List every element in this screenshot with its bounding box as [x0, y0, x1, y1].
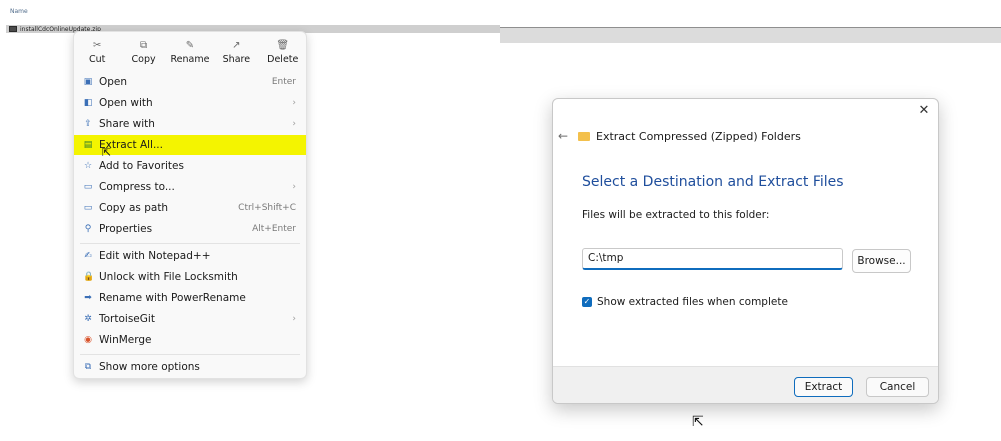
menu-item-open-with[interactable]: ◧ Open with ›	[74, 93, 306, 113]
background-window-strip	[500, 27, 1001, 43]
menu-item-label: TortoiseGit	[99, 313, 155, 325]
cancel-button[interactable]: Cancel	[866, 377, 929, 397]
menu-item-open[interactable]: ▣ Open Enter	[74, 72, 306, 92]
show-files-option[interactable]: ✓ Show extracted files when complete	[582, 296, 788, 308]
menu-item-copy-as-path[interactable]: ▭ Copy as path Ctrl+Shift+C	[74, 198, 306, 218]
lock-icon: 🔒	[83, 272, 95, 282]
chevron-right-icon: ›	[292, 98, 296, 108]
menu-item-label: Copy as path	[99, 202, 169, 214]
menu-item-label: Open	[99, 76, 128, 88]
compress-icon: ▭	[83, 182, 93, 192]
cut-icon: ✂	[92, 39, 102, 51]
share-with-icon: ⇪	[84, 119, 92, 129]
rename-label: Rename	[170, 53, 210, 65]
menu-item-label: Unlock with File Locksmith	[99, 271, 238, 283]
menu-item-label: Open with	[99, 97, 153, 109]
menu-item-power-rename[interactable]: ➡ Rename with PowerRename	[74, 288, 306, 308]
power-rename-icon: ➡	[84, 293, 92, 303]
close-icon[interactable]: ✕	[916, 103, 932, 119]
open-with-icon: ◧	[83, 98, 93, 108]
more-options-icon: ⧉	[84, 362, 92, 372]
share-button[interactable]: ↗ Share	[214, 40, 258, 65]
delete-button[interactable]: 🗑 Delete	[261, 40, 305, 65]
menu-item-label: Edit with Notepad++	[99, 250, 211, 262]
rename-icon: ✎	[185, 39, 195, 51]
menu-item-shortcut: Enter	[271, 77, 296, 87]
menu-item-label: Add to Favorites	[99, 160, 184, 172]
menu-item-label: WinMerge	[99, 334, 152, 346]
extract-icon: ▤	[83, 140, 93, 150]
share-icon: ↗	[232, 39, 241, 51]
rename-button[interactable]: ✎ Rename	[168, 40, 212, 65]
share-label: Share	[222, 53, 251, 65]
dialog-heading: Select a Destination and Extract Files	[582, 174, 844, 190]
menu-item-properties[interactable]: ⚲ Properties Alt+Enter	[74, 219, 306, 239]
menu-item-shortcut: Ctrl+Shift+C	[238, 203, 296, 213]
extract-dialog: ✕ ← Extract Compressed (Zipped) Folders …	[552, 98, 939, 404]
properties-icon: ⚲	[84, 224, 92, 234]
copy-label: Copy	[131, 53, 156, 65]
menu-item-compress-to[interactable]: ▭ Compress to... ›	[74, 177, 306, 197]
menu-separator	[80, 243, 300, 244]
extract-button[interactable]: Extract	[794, 377, 853, 397]
menu-item-add-to-favorites[interactable]: ☆ Add to Favorites	[74, 156, 306, 176]
chevron-right-icon: ›	[292, 119, 296, 129]
menu-item-label: Compress to...	[99, 181, 175, 193]
menu-item-label: Share with	[99, 118, 155, 130]
chevron-right-icon: ›	[292, 314, 296, 324]
destination-path-input[interactable]: C:\tmp	[582, 248, 843, 270]
delete-icon: 🗑	[276, 39, 290, 51]
notepad-icon: ✍	[84, 251, 92, 261]
context-menu-quick-actions: ✂ Cut ⧉ Copy ✎ Rename ↗ Share 🗑 Delete	[74, 32, 306, 72]
show-files-label: Show extracted files when complete	[597, 296, 788, 308]
copy-path-icon: ▭	[83, 203, 93, 213]
menu-item-edit-with-notepad[interactable]: ✍ Edit with Notepad++	[74, 246, 306, 266]
context-menu: ✂ Cut ⧉ Copy ✎ Rename ↗ Share 🗑 Delete ▣…	[73, 31, 307, 379]
back-arrow-icon[interactable]: ←	[558, 129, 572, 143]
dialog-header: ← Extract Compressed (Zipped) Folders	[558, 129, 801, 143]
menu-item-label: Properties	[99, 223, 153, 235]
star-icon: ☆	[83, 161, 93, 171]
delete-label: Delete	[267, 53, 299, 65]
menu-separator	[80, 354, 300, 355]
dialog-title: Extract Compressed (Zipped) Folders	[596, 129, 801, 143]
mouse-cursor-icon: ⇱	[102, 146, 112, 159]
zip-file-icon	[9, 26, 17, 32]
menu-item-label: Rename with PowerRename	[99, 292, 246, 304]
browse-button[interactable]: Browse...	[852, 249, 911, 273]
tortoisegit-icon: ✲	[84, 314, 92, 324]
show-files-checkbox[interactable]: ✓	[582, 297, 592, 307]
menu-item-winmerge[interactable]: ◉ WinMerge	[74, 330, 306, 350]
cut-label: Cut	[88, 53, 106, 65]
menu-item-label: Show more options	[99, 361, 200, 373]
menu-item-shortcut: Alt+Enter	[252, 224, 296, 234]
winmerge-icon: ◉	[84, 335, 92, 345]
copy-icon: ⧉	[140, 39, 148, 51]
column-header-name[interactable]: Name	[10, 8, 28, 15]
chevron-right-icon: ›	[292, 182, 296, 192]
copy-button[interactable]: ⧉ Copy	[122, 40, 166, 65]
menu-item-share-with[interactable]: ⇪ Share with ›	[74, 114, 306, 134]
menu-item-show-more-options[interactable]: ⧉ Show more options	[74, 357, 306, 377]
dialog-subtext: Files will be extracted to this folder:	[582, 209, 770, 221]
cut-button[interactable]: ✂ Cut	[75, 40, 119, 65]
mouse-cursor-icon: ⇱	[692, 414, 704, 430]
zip-file-icon: ▣	[83, 77, 93, 87]
zip-folder-icon	[578, 131, 590, 141]
menu-item-tortoisegit[interactable]: ✲ TortoiseGit ›	[74, 309, 306, 329]
menu-item-file-locksmith[interactable]: 🔒 Unlock with File Locksmith	[74, 267, 306, 287]
